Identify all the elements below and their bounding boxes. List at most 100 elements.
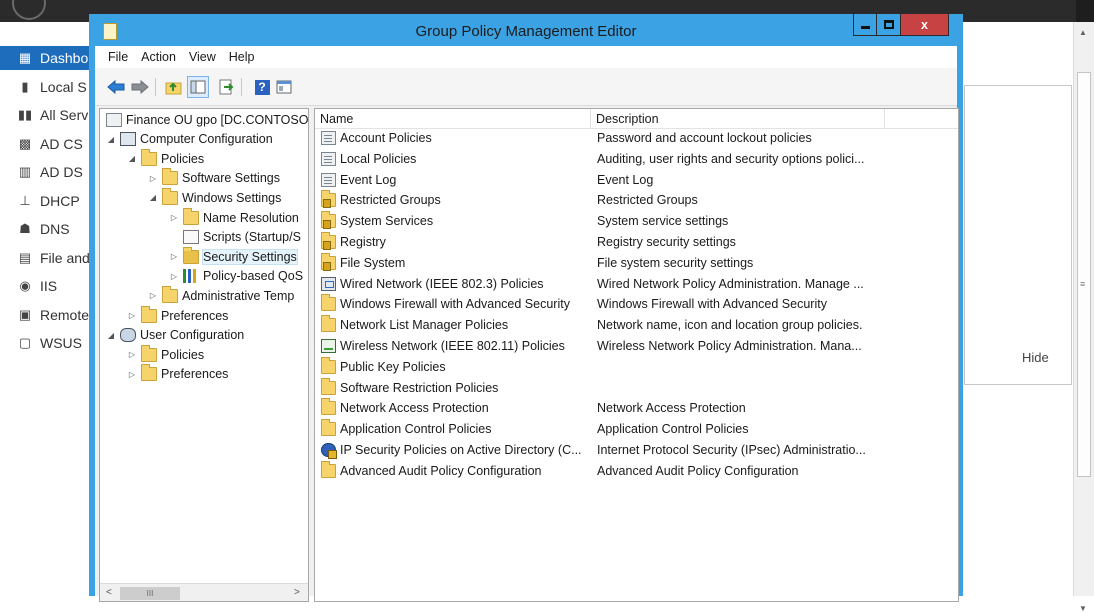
policy-document-icon — [321, 131, 336, 145]
menu-file[interactable]: File — [108, 50, 128, 64]
ipsec-shield-icon — [321, 443, 337, 459]
collapse-arrow-icon[interactable]: ◢ — [148, 193, 158, 202]
tree-item[interactable]: ▷ Administrative Temp — [148, 285, 294, 305]
export-list-icon[interactable] — [215, 76, 237, 98]
folder-icon — [162, 187, 178, 205]
tree-item[interactable]: ▷ Name Resolution — [169, 207, 299, 227]
minimize-button[interactable] — [853, 14, 877, 36]
properties-icon[interactable] — [273, 76, 295, 98]
nav-item-label: Local S — [40, 78, 87, 95]
list-item[interactable]: Application Control Policies Application … — [315, 419, 958, 441]
list-item[interactable]: Wireless Network (IEEE 802.11) Policies W… — [315, 337, 958, 358]
tree-item[interactable]: ▷ Preferences — [127, 305, 228, 325]
list-item-label: Wireless Network (IEEE 802.11) Policies — [340, 339, 565, 353]
expand-arrow-icon[interactable]: ▷ — [169, 272, 179, 281]
tree-item[interactable]: ◢ User Configuration — [106, 326, 244, 345]
iis-icon: ◉ — [19, 278, 31, 293]
tree-item[interactable]: ◢ Computer Configuration — [106, 130, 273, 149]
folder-icon — [183, 207, 199, 225]
dns-icon: ☗ — [19, 221, 31, 236]
list-item[interactable]: Windows Firewall with Advanced Security W… — [315, 294, 958, 316]
back-circle-icon[interactable] — [12, 0, 46, 20]
tree-item[interactable]: Scripts (Startup/S — [169, 228, 301, 247]
tree-item[interactable]: ▷ Policy-based QoS — [169, 267, 303, 286]
tree-item[interactable]: ◢ Policies — [127, 148, 204, 168]
tree-item[interactable]: ▷ Software Settings — [148, 168, 280, 188]
tree-item[interactable]: Finance OU gpo [DC.CONTOSO — [106, 110, 308, 129]
up-folder-icon[interactable] — [163, 76, 185, 98]
list-item[interactable]: Software Restriction Policies — [315, 377, 958, 400]
tree-horizontal-scrollbar[interactable]: < III > — [100, 583, 308, 601]
menu-bar: File Action View Help — [95, 46, 957, 68]
list-item[interactable]: Registry Registry security settings — [315, 232, 958, 254]
menu-help[interactable]: Help — [229, 50, 255, 64]
nav-item[interactable]: ▮▮ All Serv — [0, 103, 92, 127]
scroll-thumb[interactable]: III — [120, 587, 180, 600]
background-scrollbar[interactable]: ▲ ≡ ▼ — [1073, 22, 1094, 613]
scroll-down-icon[interactable]: ▼ — [1079, 604, 1087, 613]
nav-item[interactable]: ⊥ DHCP — [0, 189, 92, 213]
list-item[interactable]: Event Log Event Log — [315, 171, 958, 192]
folder-icon — [321, 294, 336, 312]
list-item[interactable]: Network List Manager Policies Network nam… — [315, 315, 958, 337]
list-item-description: Network Access Protection — [597, 401, 746, 416]
bar-chart-icon — [183, 269, 199, 284]
list-item[interactable]: IP Security Policies on Active Directory… — [315, 441, 958, 462]
nav-item-label: Remote — [40, 306, 90, 323]
list-item-label: Account Policies — [340, 131, 432, 145]
list-item[interactable]: Advanced Audit Policy Configuration Advan… — [315, 460, 958, 483]
tree-item[interactable]: ◢ Windows Settings — [148, 187, 281, 207]
nav-item[interactable]: ▣ Remote — [0, 303, 92, 327]
expand-arrow-icon[interactable]: ▷ — [127, 350, 137, 359]
forward-arrow-icon[interactable] — [129, 76, 151, 98]
nav-item[interactable]: ☗ DNS — [0, 217, 92, 241]
nav-item[interactable]: ▩ AD CS — [0, 132, 92, 156]
collapse-arrow-icon[interactable]: ◢ — [106, 135, 116, 144]
close-button[interactable]: x — [901, 14, 949, 36]
list-item-name: Event Log — [321, 172, 396, 187]
scroll-thumb[interactable] — [1077, 72, 1091, 477]
list-item-label: IP Security Policies on Active Directory… — [340, 443, 582, 457]
column-header-description[interactable]: Description — [591, 109, 885, 129]
menu-view[interactable]: View — [189, 50, 216, 64]
menu-action[interactable]: Action — [141, 50, 176, 64]
nav-item[interactable]: ▥ AD DS — [0, 160, 92, 184]
list-item[interactable]: Restricted Groups Restricted Groups — [315, 190, 958, 212]
tree-item[interactable]: ▷ Preferences — [127, 364, 228, 384]
nav-item[interactable]: ▦ Dashbo — [0, 46, 92, 70]
show-hide-tree-icon[interactable] — [187, 76, 209, 98]
list-item[interactable]: Network Access Protection Network Access … — [315, 398, 958, 420]
list-item[interactable]: File System File system security settings — [315, 252, 958, 275]
list-item-name: Advanced Audit Policy Configuration — [321, 460, 542, 478]
nav-item[interactable]: ▤ File and — [0, 246, 92, 270]
list-item[interactable]: Local Policies Auditing, user rights and … — [315, 150, 958, 171]
maximize-button[interactable] — [877, 14, 901, 36]
tree-item[interactable]: ▷ Policies — [127, 344, 204, 364]
expand-arrow-icon[interactable]: ▷ — [169, 252, 179, 261]
window-titlebar[interactable]: Group Policy Management Editor x — [95, 14, 957, 46]
expand-arrow-icon[interactable]: ▷ — [127, 370, 137, 379]
help-icon[interactable]: ? — [251, 76, 273, 98]
folder-icon — [141, 344, 157, 362]
scroll-left-icon[interactable]: < — [106, 587, 112, 598]
nav-item[interactable]: ◉ IIS — [0, 274, 92, 298]
expand-arrow-icon[interactable]: ▷ — [127, 311, 137, 320]
list-item[interactable]: System Services System service settings — [315, 211, 958, 233]
scroll-right-icon[interactable]: > — [294, 587, 300, 598]
tree-item[interactable]: ▷ Security Settings — [169, 246, 298, 266]
collapse-arrow-icon[interactable]: ◢ — [106, 331, 116, 340]
nav-item[interactable]: ▮ Local S — [0, 75, 92, 99]
nav-item[interactable]: ▢ WSUS — [0, 331, 92, 355]
list-item[interactable]: Wired Network (IEEE 802.3) Policies Wired… — [315, 275, 958, 296]
list-item[interactable]: Account Policies Password and account loc… — [315, 129, 958, 150]
expand-arrow-icon[interactable]: ▷ — [148, 174, 158, 183]
hide-link[interactable]: Hide — [1022, 350, 1049, 365]
scroll-up-icon[interactable]: ▲ — [1079, 28, 1087, 37]
expand-arrow-icon[interactable]: ▷ — [148, 291, 158, 300]
background-window-button[interactable] — [1076, 0, 1094, 22]
column-header-name[interactable]: Name — [315, 109, 591, 129]
back-arrow-icon[interactable] — [105, 76, 127, 98]
list-item[interactable]: Public Key Policies — [315, 356, 958, 379]
collapse-arrow-icon[interactable]: ◢ — [127, 154, 137, 163]
expand-arrow-icon[interactable]: ▷ — [169, 213, 179, 222]
